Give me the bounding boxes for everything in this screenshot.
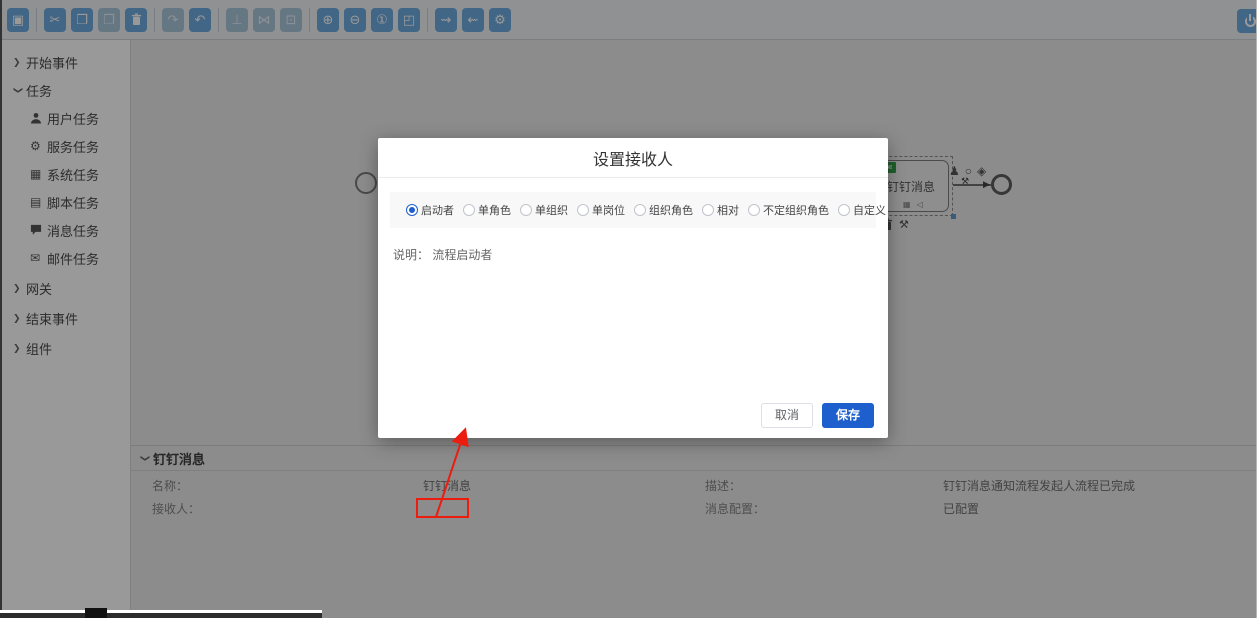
radio-relative[interactable]: 相对 <box>702 202 739 218</box>
window-right-edge <box>1256 0 1260 618</box>
radio-icon <box>463 204 475 216</box>
radio-icon <box>748 204 760 216</box>
radio-icon <box>838 204 850 216</box>
radio-icon <box>520 204 532 216</box>
radio-custom[interactable]: 自定义 <box>838 202 886 218</box>
radio-label: 单组织 <box>535 202 568 218</box>
set-recipient-dialog: 设置接收人 启动者 单角色 单组织 单岗位 组织角色 相对 不定组织角色 <box>378 138 888 438</box>
dialog-title: 设置接收人 <box>378 138 888 178</box>
radio-single-role[interactable]: 单角色 <box>463 202 511 218</box>
radio-selected-icon <box>406 204 418 216</box>
radio-label: 单岗位 <box>592 202 625 218</box>
radio-single-org[interactable]: 单组织 <box>520 202 568 218</box>
taskbar-tab <box>85 608 107 618</box>
radio-single-post[interactable]: 单岗位 <box>577 202 625 218</box>
radio-label: 不定组织角色 <box>763 202 829 218</box>
radio-icon <box>702 204 714 216</box>
taskbar-sliver <box>0 613 322 618</box>
save-button-dialog[interactable]: 保存 <box>822 403 874 428</box>
radio-label: 相对 <box>717 202 739 218</box>
radio-label: 启动者 <box>421 202 454 218</box>
description-value: 流程启动者 <box>432 248 492 262</box>
radio-label: 组织角色 <box>649 202 693 218</box>
radio-org-role[interactable]: 组织角色 <box>634 202 693 218</box>
radio-any-org-role[interactable]: 不定组织角色 <box>748 202 829 218</box>
cancel-button[interactable]: 取消 <box>761 403 813 428</box>
radio-label: 单角色 <box>478 202 511 218</box>
radio-icon <box>634 204 646 216</box>
description-label: 说明： <box>393 248 429 262</box>
recipient-description: 说明： 流程启动者 <box>393 246 888 263</box>
recipient-type-options: 启动者 单角色 单组织 单岗位 组织角色 相对 不定组织角色 自定义 <box>390 192 876 228</box>
radio-initiator[interactable]: 启动者 <box>406 202 454 218</box>
radio-label: 自定义 <box>853 202 886 218</box>
radio-icon <box>577 204 589 216</box>
